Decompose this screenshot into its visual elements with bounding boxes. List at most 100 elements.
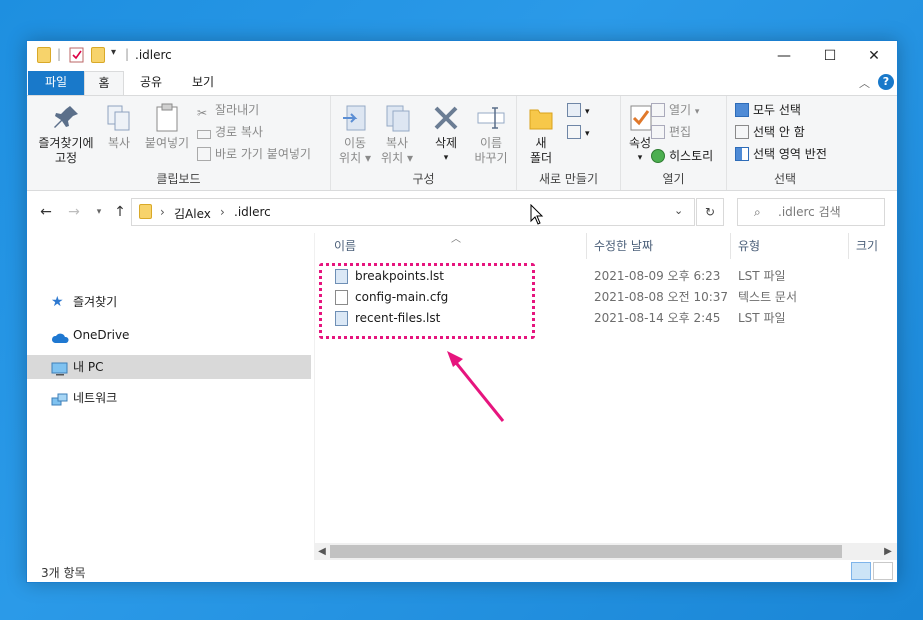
- breadcrumb-separator-icon[interactable]: ›: [160, 205, 165, 219]
- nav-item-network[interactable]: 네트워크: [27, 386, 311, 410]
- column-header-modified[interactable]: 수정한 날짜: [587, 233, 731, 259]
- maximize-button[interactable]: ☐: [807, 41, 853, 71]
- open-icon: [651, 103, 665, 117]
- select-all-button[interactable]: 모두 선택: [735, 100, 801, 120]
- up-arrow-icon[interactable]: ↑: [111, 202, 129, 222]
- organize-group: 이동 위치 ▾ 복사 위치 ▾ 삭제 ▾ 이름 바꾸기 구성: [331, 96, 517, 190]
- tab-share[interactable]: 공유: [127, 71, 175, 95]
- select-group-label: 선택: [773, 172, 797, 186]
- new-folder-button[interactable]: 새 폴더: [521, 102, 561, 166]
- nav-item-quick-access[interactable]: ★ 즐겨찾기: [27, 290, 311, 314]
- star-icon: ★: [51, 294, 64, 310]
- file-modified: 2021-08-08 오전 10:37: [594, 290, 729, 304]
- history-button[interactable]: 히스토리: [651, 146, 713, 166]
- tab-home[interactable]: 홈: [84, 71, 124, 95]
- nav-item-label: 즐겨찾기: [73, 295, 118, 309]
- new-folder-icon: [525, 102, 557, 134]
- new-item-button[interactable]: ▾: [567, 100, 590, 120]
- paste-label: 붙여넣기: [144, 136, 190, 150]
- window-title: .idlerc: [135, 48, 172, 62]
- file-type: LST 파일: [738, 269, 786, 283]
- column-header-name[interactable]: 이름: [327, 233, 587, 259]
- paste-shortcut-label: 바로 가기 붙여넣기: [215, 147, 311, 161]
- invert-selection-icon: [735, 147, 749, 161]
- select-none-label: 선택 안 함: [753, 125, 805, 139]
- search-placeholder: .idlerc 검색: [778, 205, 841, 219]
- paste-shortcut-icon: [197, 147, 211, 161]
- new-folder-quick-icon[interactable]: [91, 47, 105, 65]
- pin-to-quick-access-button[interactable]: 즐겨찾기에 고정: [31, 102, 101, 166]
- move-to-line1: 이동: [343, 136, 367, 150]
- copy-path-button[interactable]: 경로 복사: [197, 122, 263, 142]
- tab-view[interactable]: 보기: [181, 71, 225, 95]
- column-header-type[interactable]: 유형: [731, 233, 849, 259]
- recent-locations-chevron-icon[interactable]: ▾: [90, 202, 108, 222]
- address-dropdown-chevron-icon[interactable]: ⌄: [674, 204, 683, 217]
- rename-line2: 바꾸기: [474, 151, 508, 165]
- breadcrumb-user[interactable]: 김Alex: [174, 205, 211, 222]
- scroll-left-arrow-icon[interactable]: ◀: [314, 543, 330, 560]
- delete-dropdown-icon[interactable]: ▾: [425, 151, 467, 166]
- collapse-ribbon-icon[interactable]: ︿: [859, 75, 870, 91]
- details-view-icon[interactable]: [851, 562, 871, 580]
- open-group: 속성 ▾ 열기 ▾ 편집 히스토리 열기: [621, 96, 727, 190]
- rename-icon: [475, 102, 507, 134]
- refresh-button[interactable]: ↻: [696, 198, 724, 226]
- back-arrow-icon[interactable]: ←: [37, 202, 55, 222]
- file-modified: 2021-08-14 오후 2:45: [594, 311, 721, 325]
- address-bar[interactable]: › 김Alex › .idlerc ⌄: [131, 198, 695, 226]
- open-label: 열기: [669, 103, 692, 117]
- copy-button[interactable]: 복사: [101, 102, 137, 151]
- file-list: ︿ 이름 수정한 날짜 유형 크기 breakpoints.lst 2021-0…: [314, 233, 897, 543]
- history-label: 히스토리: [669, 149, 714, 163]
- breadcrumb-separator-icon[interactable]: ›: [220, 205, 225, 219]
- horizontal-scrollbar[interactable]: ◀ ▶: [314, 543, 897, 560]
- large-icons-view-icon[interactable]: [873, 562, 893, 580]
- help-icon[interactable]: ?: [878, 74, 894, 90]
- cut-button[interactable]: ✂ 잘라내기: [197, 100, 259, 120]
- paste-shortcut-button[interactable]: 바로 가기 붙여넣기: [197, 144, 311, 164]
- easy-access-button[interactable]: ▾: [567, 122, 590, 142]
- select-none-button[interactable]: 선택 안 함: [735, 122, 805, 142]
- copy-path-label: 경로 복사: [215, 125, 263, 139]
- mouse-cursor-icon: [530, 204, 544, 225]
- invert-selection-button[interactable]: 선택 영역 반전: [735, 144, 827, 164]
- clipboard-group: 즐겨찾기에 고정 복사 붙여넣기 ✂ 잘라내기 경로 복사 바로 가기 붙여넣기…: [27, 96, 331, 190]
- nav-item-onedrive[interactable]: OneDrive: [27, 323, 311, 347]
- clipboard-group-label: 클립보드: [156, 172, 201, 186]
- scissors-icon: ✂: [197, 106, 208, 120]
- customize-toolbar-icon[interactable]: ▾: [111, 47, 116, 65]
- item-count: 3개 항목: [41, 566, 86, 580]
- column-header-size[interactable]: 크기: [849, 233, 897, 259]
- move-to-button[interactable]: 이동 위치 ▾: [335, 102, 375, 166]
- copy-to-icon: [381, 102, 413, 134]
- minimize-button[interactable]: —: [761, 41, 807, 71]
- select-group: 모두 선택 선택 안 함 선택 영역 반전 선택: [727, 96, 843, 190]
- scroll-right-arrow-icon[interactable]: ▶: [880, 543, 896, 560]
- copy-to-button[interactable]: 복사 위치 ▾: [377, 102, 417, 166]
- search-input[interactable]: ⌕ .idlerc 검색: [737, 198, 885, 226]
- status-bar: 3개 항목: [27, 560, 897, 582]
- select-none-icon: [735, 125, 749, 139]
- breadcrumb-folder[interactable]: .idlerc: [234, 205, 271, 219]
- new-folder-line1: 새: [535, 136, 547, 150]
- scrollbar-thumb[interactable]: [330, 545, 842, 558]
- properties-quick-icon[interactable]: [69, 47, 85, 65]
- close-button[interactable]: ✕: [851, 41, 897, 71]
- explorer-window: | ▾ | .idlerc — ☐ ✕ 파일 홈 공유 보기 ︿ ? 즐겨찾기에…: [26, 40, 898, 583]
- edit-button[interactable]: 편집: [651, 122, 691, 142]
- open-button[interactable]: 열기 ▾: [651, 100, 699, 120]
- tab-file[interactable]: 파일: [28, 71, 84, 95]
- nav-item-this-pc[interactable]: 내 PC: [27, 355, 311, 379]
- forward-arrow-icon[interactable]: →: [65, 202, 83, 222]
- address-folder-icon: [139, 204, 152, 222]
- rename-button[interactable]: 이름 바꾸기: [469, 102, 513, 166]
- new-group: 새 폴더 ▾ ▾ 새로 만들기: [517, 96, 621, 190]
- move-to-icon: [339, 102, 371, 134]
- nav-item-label: 네트워크: [73, 391, 118, 405]
- copy-to-line2: 위치 ▾: [381, 151, 413, 165]
- ribbon: 즐겨찾기에 고정 복사 붙여넣기 ✂ 잘라내기 경로 복사 바로 가기 붙여넣기…: [27, 95, 897, 191]
- nav-item-label: 내 PC: [73, 360, 104, 374]
- delete-button[interactable]: 삭제 ▾: [425, 102, 467, 166]
- paste-button[interactable]: 붙여넣기: [139, 102, 195, 151]
